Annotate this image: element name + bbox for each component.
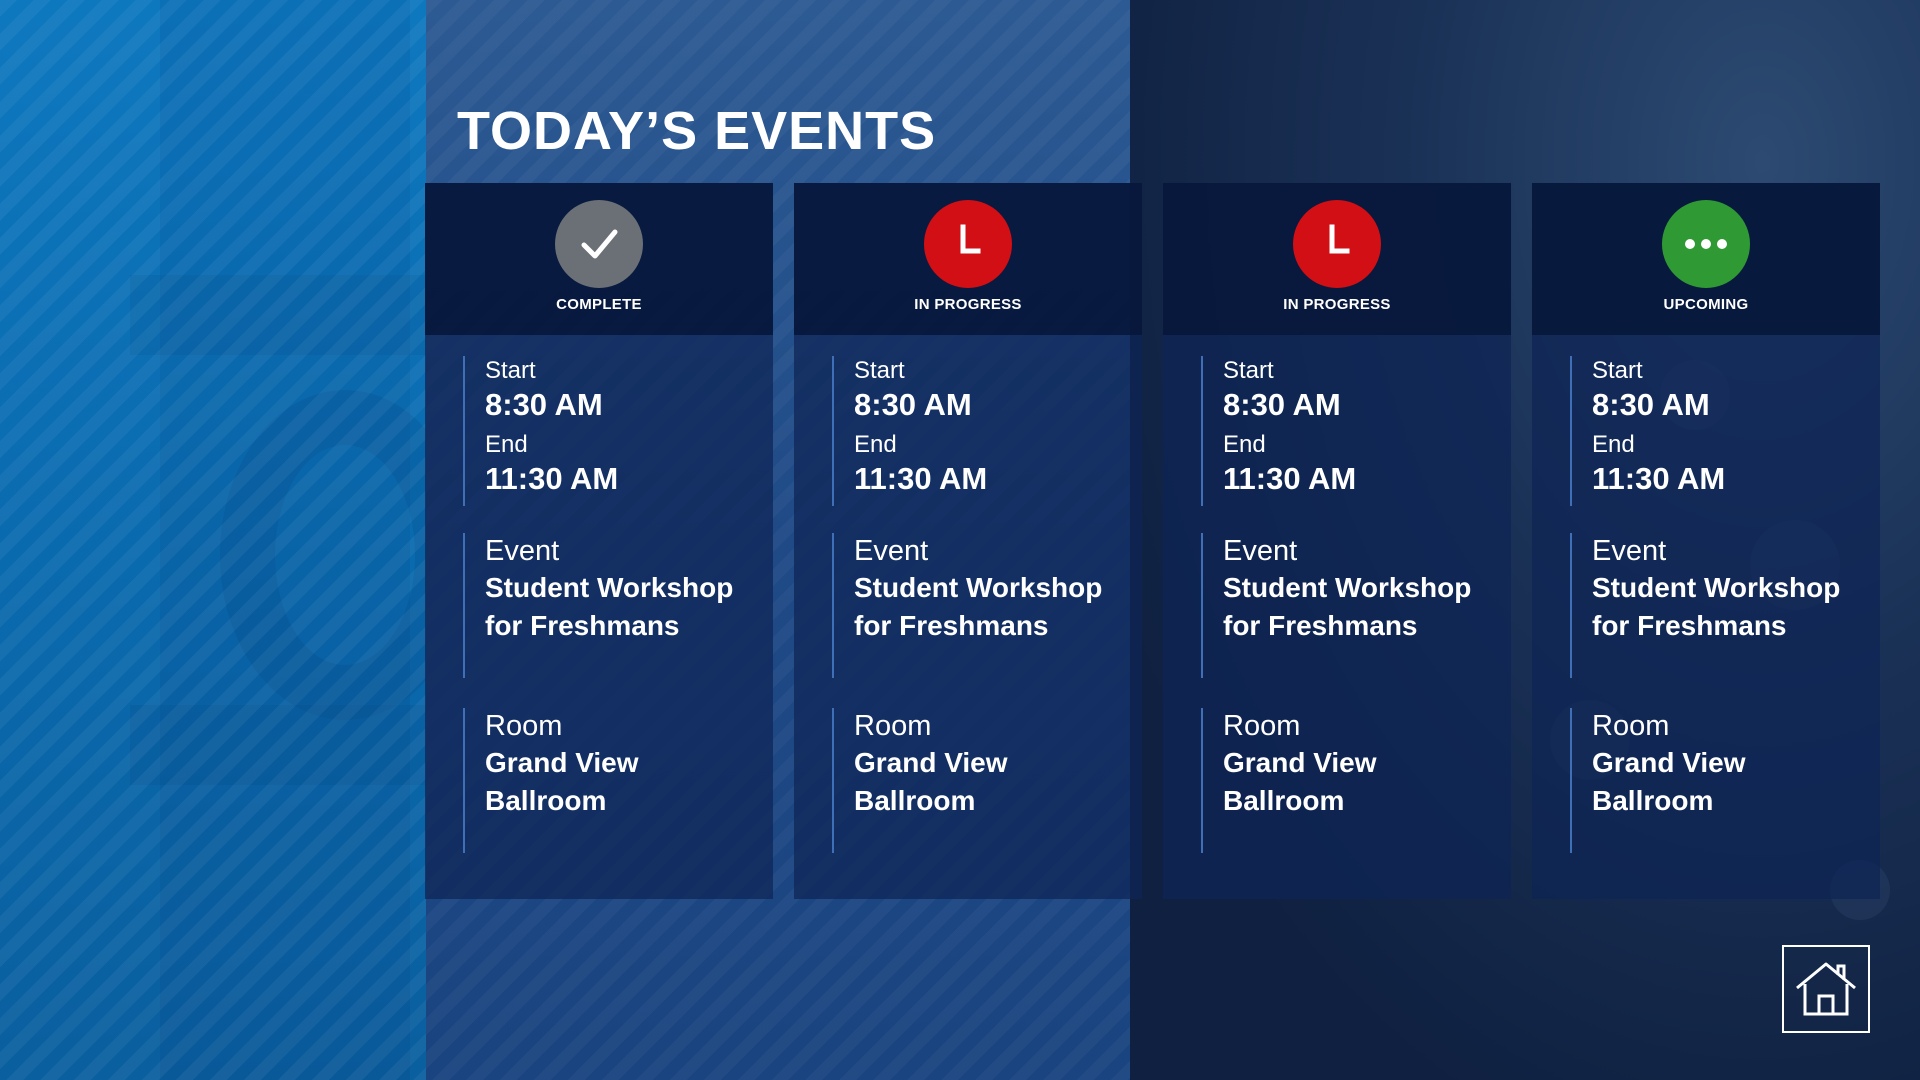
room-label: Room: [1592, 710, 1670, 742]
start-time: 8:30 AM: [1592, 387, 1710, 422]
page-title: TODAY’S EVENTS: [457, 101, 937, 161]
end-time: 11:30 AM: [1592, 461, 1726, 496]
end-label: End: [1592, 431, 1635, 458]
event-card-header: COMPLETE: [425, 183, 773, 335]
end-time: 11:30 AM: [485, 461, 619, 496]
start-time: 8:30 AM: [1223, 387, 1341, 422]
end-label: End: [1223, 431, 1266, 458]
end-time: 11:30 AM: [854, 461, 988, 496]
time-section: Start 8:30 AM End 11:30 AM: [1570, 356, 1725, 506]
event-name: Student Workshop for Freshmans: [854, 572, 1103, 641]
event-card[interactable]: COMPLETE Start 8:30 AM End 11:30 AM Even…: [425, 183, 773, 899]
ellipsis-icon: [1662, 200, 1750, 288]
event-section: Event Student Workshop for Freshmans: [1570, 533, 1872, 678]
background-left-panel: [0, 0, 426, 1080]
background-watermark: [70, 0, 426, 1080]
end-label: End: [485, 431, 528, 458]
end-label: End: [854, 431, 897, 458]
start-label: Start: [1592, 357, 1643, 384]
event-section: Event Student Workshop for Freshmans: [832, 533, 1134, 678]
room-section: Room Grand View Ballroom: [463, 708, 765, 853]
status-label: UPCOMING: [1663, 296, 1749, 313]
event-name: Student Workshop for Freshmans: [1592, 572, 1841, 641]
time-section: Start 8:30 AM End 11:30 AM: [463, 356, 618, 506]
event-label: Event: [1592, 535, 1667, 567]
end-time: 11:30 AM: [1223, 461, 1357, 496]
time-section: Start 8:30 AM End 11:30 AM: [1201, 356, 1356, 506]
room-name: Grand View Ballroom: [854, 747, 1008, 816]
room-label: Room: [1223, 710, 1301, 742]
event-label: Event: [485, 535, 560, 567]
start-time: 8:30 AM: [854, 387, 972, 422]
home-icon: [1796, 962, 1856, 1016]
status-label: IN PROGRESS: [914, 296, 1022, 313]
start-label: Start: [854, 357, 905, 384]
start-label: Start: [1223, 357, 1274, 384]
status-label: IN PROGRESS: [1283, 296, 1391, 313]
status-label: COMPLETE: [556, 296, 642, 313]
event-card[interactable]: IN PROGRESS Start 8:30 AM End 11:30 AM E…: [1163, 183, 1511, 899]
event-name: Student Workshop for Freshmans: [485, 572, 734, 641]
checkmark-icon: [555, 200, 643, 288]
home-button[interactable]: [1782, 945, 1870, 1033]
room-name: Grand View Ballroom: [485, 747, 639, 816]
event-card[interactable]: IN PROGRESS Start 8:30 AM End 11:30 AM E…: [794, 183, 1142, 899]
room-section: Room Grand View Ballroom: [832, 708, 1134, 853]
event-card-header: UPCOMING: [1532, 183, 1880, 335]
time-section: Start 8:30 AM End 11:30 AM: [832, 356, 987, 506]
event-label: Event: [1223, 535, 1298, 567]
event-section: Event Student Workshop for Freshmans: [463, 533, 765, 678]
room-section: Room Grand View Ballroom: [1570, 708, 1872, 853]
event-section: Event Student Workshop for Freshmans: [1201, 533, 1503, 678]
room-section: Room Grand View Ballroom: [1201, 708, 1503, 853]
room-label: Room: [485, 710, 563, 742]
event-label: Event: [854, 535, 929, 567]
room-label: Room: [854, 710, 932, 742]
start-time: 8:30 AM: [485, 387, 603, 422]
clock-icon: [1293, 200, 1381, 288]
event-card[interactable]: UPCOMING Start 8:30 AM End 11:30 AM Even…: [1532, 183, 1880, 899]
start-label: Start: [485, 357, 536, 384]
event-card-header: IN PROGRESS: [794, 183, 1142, 335]
event-name: Student Workshop for Freshmans: [1223, 572, 1472, 641]
event-card-header: IN PROGRESS: [1163, 183, 1511, 335]
clock-icon: [924, 200, 1012, 288]
room-name: Grand View Ballroom: [1592, 747, 1746, 816]
events-list: COMPLETE Start 8:30 AM End 11:30 AM Even…: [425, 183, 1880, 899]
room-name: Grand View Ballroom: [1223, 747, 1377, 816]
